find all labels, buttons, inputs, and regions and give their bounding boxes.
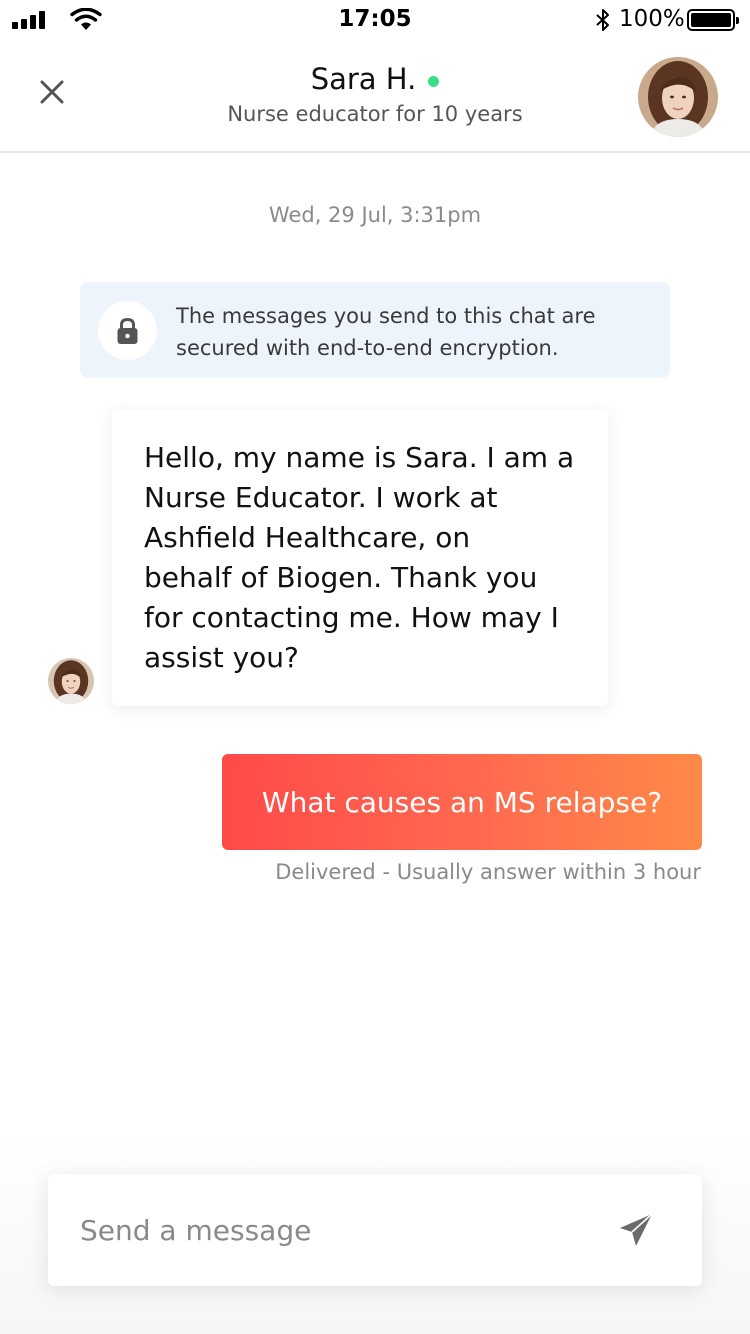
online-status-dot bbox=[428, 75, 440, 87]
incoming-message-line: Nurse Educator. I work at bbox=[144, 481, 498, 514]
delivery-status: Delivered - Usually answer within 3 hour bbox=[275, 860, 701, 884]
close-icon[interactable] bbox=[34, 74, 70, 110]
message-composer bbox=[48, 1174, 702, 1286]
lock-icon bbox=[117, 317, 138, 344]
conversation-timestamp: Wed, 29 Jul, 3:31pm bbox=[268, 203, 482, 227]
incoming-message-line: for contacting me. How may I bbox=[144, 601, 559, 634]
incoming-message-bubble: Hello, my name is Sara. I am a Nurse Edu… bbox=[112, 410, 608, 706]
incoming-message-line: assist you? bbox=[144, 641, 299, 674]
battery-icon bbox=[687, 9, 739, 31]
encryption-notice: The messages you send to this chat are s… bbox=[80, 282, 670, 378]
message-input[interactable] bbox=[80, 1202, 600, 1258]
contact-avatar[interactable] bbox=[638, 57, 718, 137]
sender-avatar bbox=[48, 658, 94, 704]
battery-percent: 100% bbox=[619, 6, 685, 32]
incoming-message-line: behalf of Biogen. Thank you bbox=[144, 561, 538, 594]
send-icon[interactable] bbox=[614, 1210, 658, 1250]
chat-header: Sara H. Nurse educator for 10 years bbox=[0, 40, 750, 153]
bluetooth-icon bbox=[596, 9, 609, 31]
outgoing-message-text: What causes an MS relapse? bbox=[261, 785, 663, 819]
contact-subtitle: Nurse educator for 10 years bbox=[227, 102, 523, 126]
lock-icon-wrap bbox=[98, 301, 157, 360]
status-bar: 17:05 100% bbox=[0, 0, 750, 40]
incoming-message-line: Ashfield Healthcare, on bbox=[144, 521, 471, 554]
contact-name: Sara H. bbox=[310, 62, 417, 96]
incoming-message-line: Hello, my name is Sara. I am a bbox=[144, 441, 575, 474]
encryption-text: The messages you send to this chat are s… bbox=[176, 304, 596, 360]
contact-info: Sara H. Nurse educator for 10 years bbox=[150, 62, 600, 126]
outgoing-message-bubble: What causes an MS relapse? bbox=[222, 754, 702, 850]
